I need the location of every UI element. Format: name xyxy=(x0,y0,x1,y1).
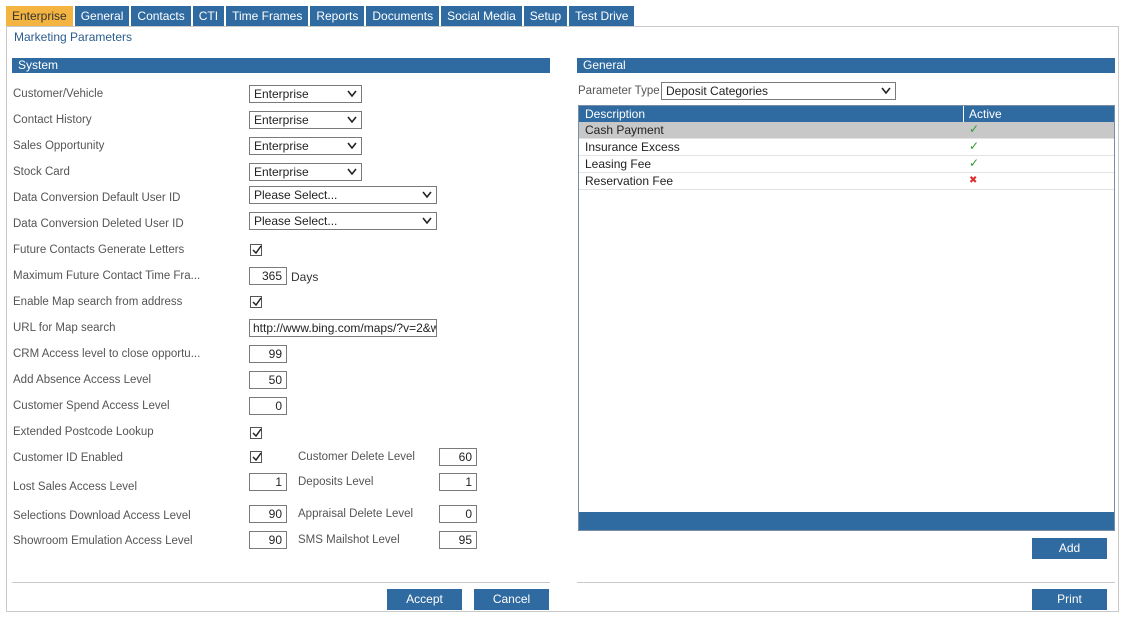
absence-access-label: Add Absence Access Level xyxy=(13,374,152,386)
showroom-emulation-input[interactable]: 90 xyxy=(249,531,287,549)
max-future-contact-label: Maximum Future Contact Time Fra... xyxy=(13,270,201,282)
customer-spend-input[interactable]: 0 xyxy=(249,397,287,415)
stock-card-label: Stock Card xyxy=(13,166,70,178)
default-user-id-select[interactable]: Please Select... xyxy=(249,186,437,204)
sales-opportunity-select[interactable]: Enterprise xyxy=(249,137,362,155)
row-description: Insurance Excess xyxy=(585,140,680,154)
crm-access-label: CRM Access level to close opportu... xyxy=(13,348,201,360)
tab-general[interactable]: General xyxy=(74,6,130,26)
tab-enterprise[interactable]: Enterprise xyxy=(6,6,73,26)
active-column-header[interactable]: Active xyxy=(969,107,1002,121)
deposit-categories-grid: Description Active Cash Payment ✓ Insura… xyxy=(578,105,1115,531)
default-user-id-label: Data Conversion Default User ID xyxy=(13,192,181,204)
table-row[interactable]: Leasing Fee ✓ xyxy=(579,156,1114,173)
deleted-user-id-label: Data Conversion Deleted User ID xyxy=(13,218,184,230)
tab-social-media[interactable]: Social Media xyxy=(441,6,522,26)
chevron-down-icon xyxy=(881,87,891,95)
chevron-down-icon xyxy=(347,142,357,150)
enable-map-checkbox[interactable] xyxy=(250,296,262,308)
customer-delete-input[interactable]: 60 xyxy=(439,448,477,466)
deposits-level-label: Deposits Level xyxy=(298,476,374,488)
chevron-down-icon xyxy=(347,168,357,176)
customer-vehicle-select[interactable]: Enterprise xyxy=(249,85,362,103)
general-footer-divider xyxy=(577,582,1115,583)
tab-documents[interactable]: Documents xyxy=(366,6,440,26)
days-unit-label: Days xyxy=(291,270,319,284)
url-map-label: URL for Map search xyxy=(13,322,116,334)
postcode-lookup-label: Extended Postcode Lookup xyxy=(13,426,154,438)
cancel-button[interactable]: Cancel xyxy=(474,589,549,610)
max-future-contact-input[interactable]: 365 xyxy=(249,267,287,285)
contact-history-select[interactable]: Enterprise xyxy=(249,111,362,129)
lost-sales-label: Lost Sales Access Level xyxy=(13,481,138,493)
customer-vehicle-label: Customer/Vehicle xyxy=(13,88,104,100)
system-section-header: System xyxy=(12,58,550,73)
appraisal-delete-input[interactable]: 0 xyxy=(439,505,477,523)
checkmark-icon xyxy=(252,452,262,462)
selections-download-label: Selections Download Access Level xyxy=(13,510,191,522)
stock-card-select[interactable]: Enterprise xyxy=(249,163,362,181)
crm-access-input[interactable]: 99 xyxy=(249,345,287,363)
postcode-lookup-checkbox[interactable] xyxy=(250,427,262,439)
customer-delete-label: Customer Delete Level xyxy=(298,451,415,463)
deleted-user-id-select[interactable]: Please Select... xyxy=(249,212,437,230)
tab-reports[interactable]: Reports xyxy=(310,6,365,26)
cross-icon: ✖ xyxy=(969,175,978,186)
tab-time-frames[interactable]: Time Frames xyxy=(226,6,309,26)
sms-mailshot-label: SMS Mailshot Level xyxy=(298,534,400,546)
customer-spend-label: Customer Spend Access Level xyxy=(13,400,170,412)
future-contacts-checkbox[interactable] xyxy=(250,244,262,256)
parameter-type-label: Parameter Type xyxy=(578,85,660,97)
description-column-header[interactable]: Description xyxy=(585,107,645,121)
customer-id-label: Customer ID Enabled xyxy=(13,452,123,464)
deposits-level-input[interactable]: 1 xyxy=(439,473,477,491)
accept-button[interactable]: Accept xyxy=(387,589,462,610)
chevron-down-icon xyxy=(347,90,357,98)
tab-contacts[interactable]: Contacts xyxy=(131,6,191,26)
general-section-header: General xyxy=(577,58,1115,73)
customer-id-checkbox[interactable] xyxy=(250,451,262,463)
checkmark-icon xyxy=(252,245,262,255)
tab-bar: Enterprise General Contacts CTI Time Fra… xyxy=(6,6,636,26)
check-icon: ✓ xyxy=(969,156,980,170)
checkmark-icon xyxy=(252,428,262,438)
selections-download-input[interactable]: 90 xyxy=(249,505,287,523)
appraisal-delete-label: Appraisal Delete Level xyxy=(298,508,414,520)
system-footer-divider xyxy=(12,582,550,583)
absence-access-input[interactable]: 50 xyxy=(249,371,287,389)
enable-map-label: Enable Map search from address xyxy=(13,296,183,308)
sales-opportunity-label: Sales Opportunity xyxy=(13,140,105,152)
column-separator xyxy=(963,106,964,122)
sms-mailshot-input[interactable]: 95 xyxy=(439,531,477,549)
check-icon: ✓ xyxy=(969,139,980,153)
url-map-input[interactable]: http://www.bing.com/maps/?v=2&w xyxy=(249,319,437,337)
future-contacts-label: Future Contacts Generate Letters xyxy=(13,244,185,256)
chevron-down-icon xyxy=(422,191,432,199)
add-button[interactable]: Add xyxy=(1032,538,1107,559)
table-row[interactable]: Reservation Fee ✖ xyxy=(579,173,1114,190)
checkmark-icon xyxy=(252,297,262,307)
lost-sales-input[interactable]: 1 xyxy=(249,473,287,491)
tab-cti[interactable]: CTI xyxy=(192,6,225,26)
chevron-down-icon xyxy=(347,116,357,124)
contact-history-label: Contact History xyxy=(13,114,92,126)
check-icon: ✓ xyxy=(969,122,980,136)
table-row[interactable]: Insurance Excess ✓ xyxy=(579,139,1114,156)
grid-footer xyxy=(579,512,1114,530)
showroom-emulation-label: Showroom Emulation Access Level xyxy=(13,535,193,547)
tab-setup[interactable]: Setup xyxy=(523,6,568,26)
grid-header: Description Active xyxy=(579,106,1114,122)
row-description: Cash Payment xyxy=(585,123,664,137)
parameter-type-select[interactable]: Deposit Categories xyxy=(661,82,896,100)
row-description: Leasing Fee xyxy=(585,157,652,171)
tab-test-drive[interactable]: Test Drive xyxy=(569,6,635,26)
table-row[interactable]: Cash Payment ✓ xyxy=(579,122,1114,139)
row-description: Reservation Fee xyxy=(585,174,674,188)
page-title: Marketing Parameters xyxy=(14,30,133,44)
print-button[interactable]: Print xyxy=(1032,589,1107,610)
chevron-down-icon xyxy=(422,217,432,225)
